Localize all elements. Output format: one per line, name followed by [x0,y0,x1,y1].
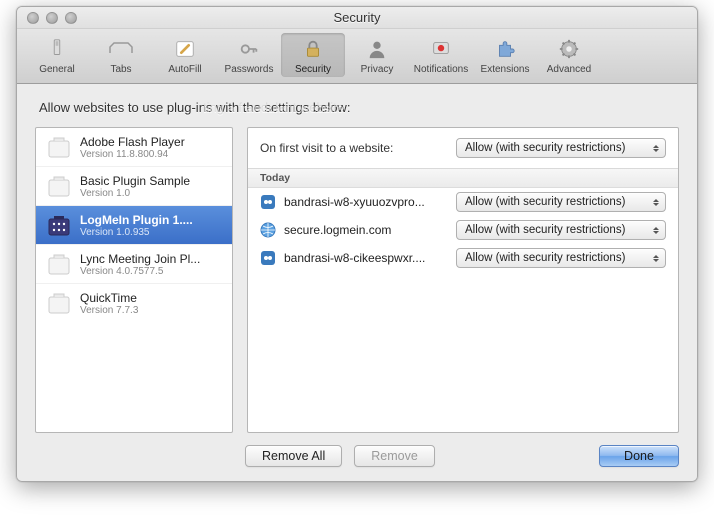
instruction-text: Allow websites to use plug-ins with the … [39,100,679,115]
tab-advanced[interactable]: Advanced [537,33,601,77]
tab-autofill[interactable]: AutoFill [153,33,217,77]
popup-value: Allow (with security restrictions) [465,142,625,154]
gear-icon [555,37,583,61]
tab-notifications[interactable]: Notifications [409,33,473,77]
popup-value: Allow (with security restrictions) [465,252,625,264]
minimize-window-icon[interactable] [46,12,58,24]
tab-label: Advanced [537,64,601,75]
site-name: secure.logmein.com [284,223,448,237]
tab-security[interactable]: Security [281,33,345,77]
plugin-version: Version 1.0 [80,188,190,199]
favicon-globe-icon [260,222,276,238]
plugin-name: Basic Plugin Sample [80,174,190,188]
favicon-blue-icon [260,250,276,266]
tab-label: Extensions [473,64,537,75]
plugin-name: LogMeIn Plugin 1.... [80,213,193,227]
notification-icon [427,37,455,61]
plugin-generic-icon [46,173,72,199]
tab-general[interactable]: General [25,33,89,77]
preferences-window: Security General Tabs AutoFill Passwords [16,6,698,482]
person-icon [363,37,391,61]
window-title: Security [17,10,697,25]
detail-pane: On first visit to a website: Allow (with… [247,127,679,433]
site-name: bandrasi-w8-cikeespwxr.... [284,251,448,265]
first-visit-row: On first visit to a website: Allow (with… [248,128,678,169]
puzzle-icon [491,37,519,61]
lock-icon [299,37,327,61]
footer: Remove All Remove Done [35,433,679,467]
popup-value: Allow (with security restrictions) [465,196,625,208]
plugin-row-selected[interactable]: LogMeIn Plugin 1.... Version 1.0.935 [36,206,232,245]
first-visit-popup[interactable]: Allow (with security restrictions) [456,138,666,158]
plugin-row[interactable]: Adobe Flash Player Version 11.8.800.94 [36,128,232,167]
site-row[interactable]: bandrasi-w8-cikeespwxr.... Allow (with s… [248,244,678,272]
plugin-name: Adobe Flash Player [80,135,185,149]
traffic-lights [17,12,77,24]
tab-label: General [25,64,89,75]
tab-icon [107,37,135,61]
preferences-toolbar: General Tabs AutoFill Passwords Security [17,29,697,84]
site-row[interactable]: secure.logmein.com Allow (with security … [248,216,678,244]
site-row[interactable]: bandrasi-w8-xyuuozvpro... Allow (with se… [248,188,678,216]
close-window-icon[interactable] [27,12,39,24]
content-area: Allow websites to use plug-ins with the … [17,84,697,481]
plugin-generic-icon [46,251,72,277]
tab-privacy[interactable]: Privacy [345,33,409,77]
stepper-arrows-icon [651,142,661,154]
site-permission-popup[interactable]: Allow (with security restrictions) [456,220,666,240]
tab-extensions[interactable]: Extensions [473,33,537,77]
favicon-blue-icon [260,194,276,210]
first-visit-label: On first visit to a website: [260,141,393,155]
ghost-text: ting a fraudulent website [203,100,344,115]
tab-label: AutoFill [153,64,217,75]
key-icon [235,37,263,61]
tab-tabs[interactable]: Tabs [89,33,153,77]
plugin-list: Adobe Flash Player Version 11.8.800.94 B… [35,127,233,433]
site-name: bandrasi-w8-xyuuozvpro... [284,195,448,209]
plugin-generic-icon [46,134,72,160]
tab-label: Privacy [345,64,409,75]
plugin-version: Version 1.0.935 [80,227,193,238]
site-permission-popup[interactable]: Allow (with security restrictions) [456,248,666,268]
stepper-arrows-icon [651,224,661,236]
plugin-version: Version 11.8.800.94 [80,149,185,160]
plugin-row[interactable]: Basic Plugin Sample Version 1.0 [36,167,232,206]
plugin-version: Version 7.7.3 [80,305,138,316]
plugin-generic-icon [46,290,72,316]
tab-label: Security [281,64,345,75]
done-button[interactable]: Done [599,445,679,467]
tab-label: Passwords [217,64,281,75]
stepper-arrows-icon [651,196,661,208]
remove-button[interactable]: Remove [354,445,435,467]
stepper-arrows-icon [651,252,661,264]
plugin-version: Version 4.0.7577.5 [80,266,200,277]
site-permission-popup[interactable]: Allow (with security restrictions) [456,192,666,212]
tab-label: Notifications [409,64,473,75]
section-header: Today [248,169,678,188]
switch-icon [43,37,71,61]
tab-label: Tabs [89,64,153,75]
remove-all-button[interactable]: Remove All [245,445,342,467]
plugin-row[interactable]: Lync Meeting Join Pl... Version 4.0.7577… [36,245,232,284]
tab-passwords[interactable]: Passwords [217,33,281,77]
plugin-name: Lync Meeting Join Pl... [80,252,200,266]
plugin-logmein-icon [46,212,72,238]
plugin-name: QuickTime [80,291,138,305]
popup-value: Allow (with security restrictions) [465,224,625,236]
pencil-icon [171,37,199,61]
titlebar[interactable]: Security [17,7,697,29]
zoom-window-icon[interactable] [65,12,77,24]
plugin-row[interactable]: QuickTime Version 7.7.3 [36,284,232,322]
